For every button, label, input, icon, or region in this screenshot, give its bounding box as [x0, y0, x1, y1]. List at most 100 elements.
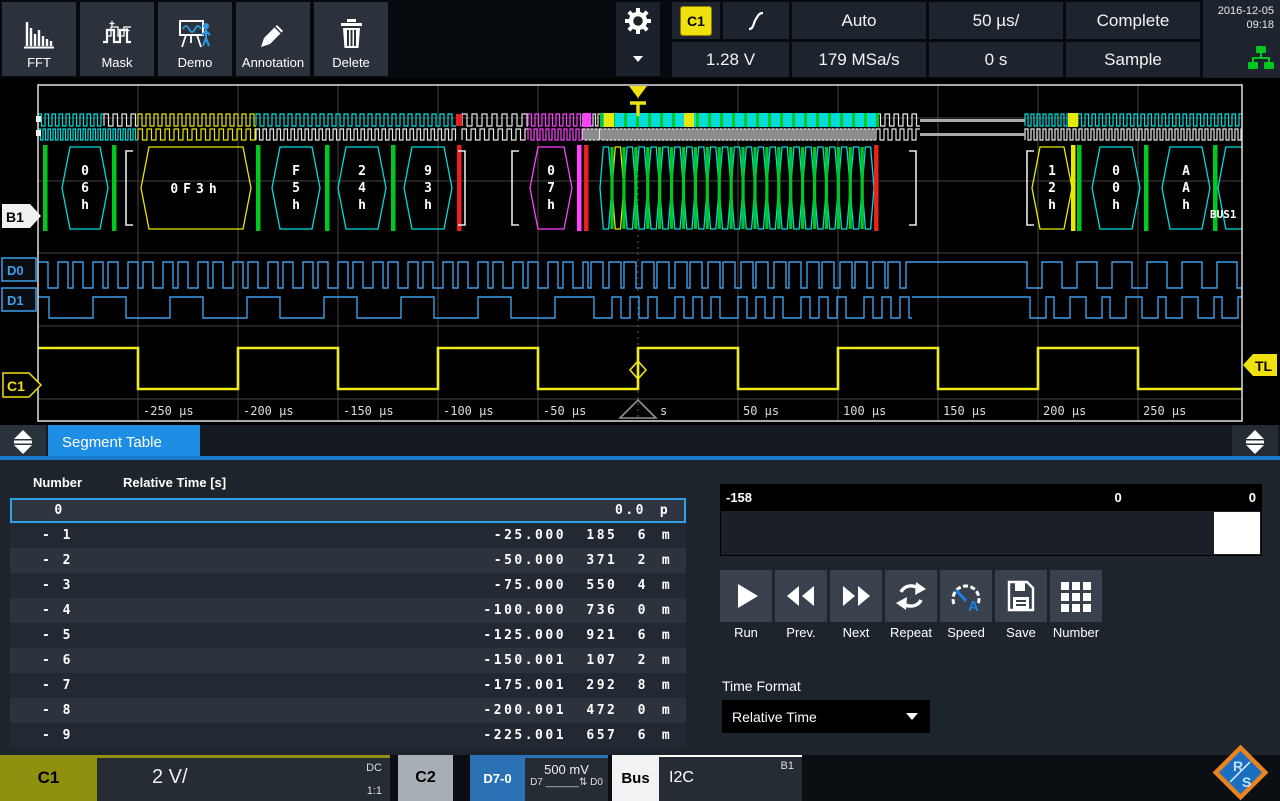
bus-frame-label: 24h [358, 164, 366, 213]
bus-ack-bar [801, 147, 804, 229]
digital-d70-settings[interactable]: 500 mV D7 ______⇅ D0 [525, 755, 608, 801]
bus-marker-bar [256, 145, 261, 231]
table-row[interactable]: 0 0.0 p [10, 498, 686, 523]
bus-overview-pulse [583, 129, 600, 140]
fft-icon [22, 17, 56, 51]
bus-overview-sep [660, 113, 663, 127]
time-axis-label: -150 µs [343, 404, 394, 418]
channel-c2-tab[interactable]: C2 [398, 755, 453, 801]
collapse-panel-button-right[interactable] [1232, 425, 1278, 459]
acquisition-mode-cell: Sample [1066, 42, 1200, 77]
table-row[interactable]: - 5 -125.000 921 6 m [10, 623, 686, 648]
bus-tab[interactable]: Bus [612, 755, 659, 801]
table-row[interactable]: - 4 -100.000 736 0 m [10, 598, 686, 623]
d70-range: D7 ______⇅ D0 [525, 777, 608, 789]
collapse-panel-button[interactable] [0, 425, 46, 459]
time-axis-label: 100 µs [843, 404, 886, 418]
fft-button[interactable]: FFT [2, 2, 76, 76]
annotation-label: Annotation [242, 55, 304, 70]
bus-name-label: BUS1 [1210, 208, 1237, 221]
segment-number: - 3 [10, 578, 105, 593]
bus-marker-bar [874, 145, 879, 231]
trigger-source-badge: C1 [680, 6, 712, 36]
chevron-down-icon [633, 56, 643, 62]
segment-unit: m [648, 528, 686, 543]
run-button[interactable] [720, 570, 772, 622]
table-row[interactable]: - 2 -50.000 371 2 m [10, 548, 686, 573]
table-row[interactable]: - 7 -175.001 292 8 m [10, 673, 686, 698]
bus-marker-bar [1077, 145, 1082, 231]
speed-button[interactable]: A [940, 570, 992, 622]
segment-number: - 9 [10, 728, 105, 743]
bus-ack-bar [706, 147, 709, 229]
trigger-slope-cell[interactable] [723, 2, 789, 39]
tab-segment-table[interactable]: Segment Table [48, 425, 200, 459]
trigger-mode-cell[interactable]: Auto [792, 2, 926, 39]
prev-button[interactable] [775, 570, 827, 622]
bus-ack-bar [610, 147, 613, 229]
waveform-display[interactable]: 06h0F3hF5h24h93h07h12h00hAAhBUS1-250 µs-… [0, 78, 1280, 425]
table-row[interactable]: - 1 -25.000 185 6 m [10, 523, 686, 548]
c1-coupling: DC [366, 762, 382, 774]
slider-center-label: 0 [987, 490, 1248, 505]
trigger-source-cell[interactable]: C1 [672, 2, 720, 39]
channel-c1-settings[interactable]: 2 V/ DC 1:1 [97, 755, 390, 801]
next-button[interactable] [830, 570, 882, 622]
segment-slider-handle[interactable] [1214, 512, 1260, 554]
bus-ack-bar [765, 147, 768, 229]
time-axis-label: -200 µs [243, 404, 294, 418]
segment-relative-time: -175.001 292 8 [105, 678, 648, 693]
run-label: Run [720, 625, 772, 640]
settings-menu[interactable] [616, 2, 660, 76]
segment-unit: m [648, 678, 686, 693]
time-axis-label: -50 µs [543, 404, 586, 418]
time-axis-label: -100 µs [443, 404, 494, 418]
segment-relative-time: 0.0 [107, 503, 646, 518]
segment-relative-time: -75.000 550 4 [105, 578, 648, 593]
mask-button[interactable]: Mask [80, 2, 154, 76]
horizontal-position-cell[interactable]: 0 s [929, 42, 1063, 77]
repeat-button[interactable] [885, 570, 937, 622]
segment-relative-time: -100.000 736 0 [105, 603, 648, 618]
top-toolbar: FFT Mask Demo Annotation Delete C1 Au [0, 0, 1280, 78]
table-row[interactable]: - 3 -75.000 550 4 m [10, 573, 686, 598]
trigger-level-cell[interactable]: 1.28 V [672, 42, 789, 77]
segment-relative-time: -200.001 472 0 [105, 703, 648, 718]
slider-max-label: 0 [1249, 490, 1256, 505]
bus-ack-bar [813, 147, 816, 229]
demo-label: Demo [178, 55, 213, 70]
bus-ack-bar [825, 147, 828, 229]
digital-d0-tag-label: D0 [7, 263, 24, 278]
digital-d70-tab[interactable]: D7-0 [470, 755, 525, 801]
bus-ack-bar [789, 147, 792, 229]
up-down-arrows-icon [11, 428, 35, 456]
time-axis-label: s [660, 404, 667, 418]
bus-idle-gray [920, 119, 1025, 122]
demo-button[interactable]: Demo [158, 2, 232, 76]
timebase-cell[interactable]: 50 µs/ [929, 2, 1063, 39]
table-row[interactable]: - 9 -225.001 657 6 m [10, 723, 686, 748]
channel-c1-tab[interactable]: C1 [0, 755, 97, 801]
save-button[interactable] [995, 570, 1047, 622]
bus-frame-label: 12h [1048, 164, 1056, 213]
delete-button[interactable]: Delete [314, 2, 388, 76]
annotation-button[interactable]: Annotation [236, 2, 310, 76]
number-button[interactable] [1050, 570, 1102, 622]
bus-overview-dense [600, 113, 876, 127]
bus-marker-bar [457, 145, 462, 231]
table-row[interactable]: - 6 -150.001 107 2 m [10, 648, 686, 673]
segment-unit: m [648, 578, 686, 593]
bus-overview-yellow [1068, 113, 1078, 127]
segment-slider-scale: -158 0 0 [720, 484, 1262, 510]
bus-marker-bar [1071, 145, 1076, 231]
bus-ack-bar [622, 147, 625, 229]
bus-overview-yellow [684, 113, 694, 127]
time-format-label: Time Format [722, 678, 801, 694]
time-format-dropdown[interactable]: Relative Time [722, 700, 930, 733]
table-row[interactable]: - 8 -200.001 472 0 m [10, 698, 686, 723]
segment-slider-track[interactable] [720, 510, 1262, 556]
bus-overview-sep [600, 113, 603, 127]
segment-unit: m [648, 703, 686, 718]
number-label: Number [1050, 625, 1102, 640]
bus-settings[interactable]: I2C B1 [659, 755, 802, 801]
